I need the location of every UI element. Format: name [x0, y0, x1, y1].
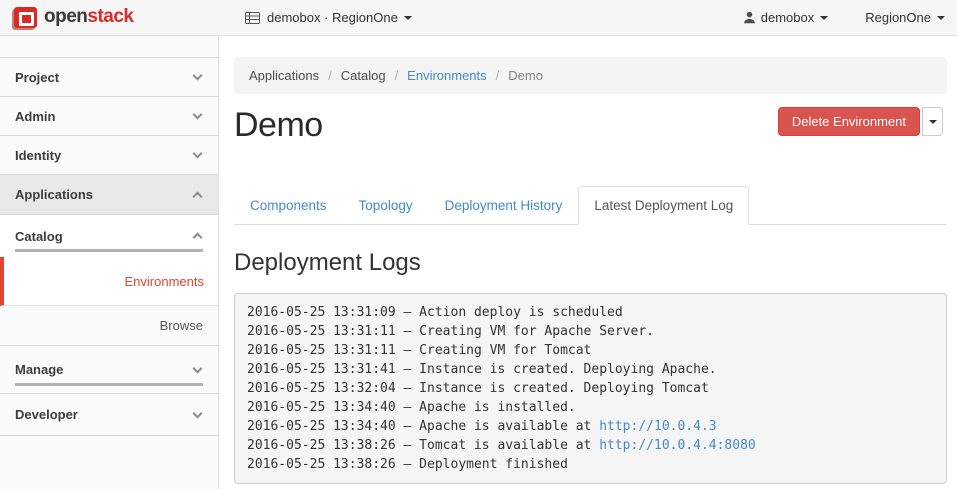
caret-down-icon [820, 16, 828, 20]
chevron-up-icon [193, 232, 203, 242]
breadcrumb-applications: Applications [249, 68, 319, 83]
sidebar-item-applications[interactable]: Applications [0, 175, 218, 215]
sidebar: Project Admin Identity Applications Cata… [0, 36, 219, 489]
project-region-switcher[interactable]: demobox · RegionOne [245, 0, 412, 35]
sidebar-spacer [0, 36, 218, 58]
openstack-cube-icon [14, 7, 37, 28]
sidebar-item-project[interactable]: Project [0, 58, 218, 97]
caret-down-icon [929, 120, 937, 124]
caret-down-icon [404, 16, 412, 20]
sidebar-item-catalog[interactable]: Catalog [0, 215, 218, 257]
tab-latest-deployment-log[interactable]: Latest Deployment Log [578, 186, 749, 225]
log-line: 2016-05-25 13:31:11 — Creating VM for To… [247, 341, 934, 360]
breadcrumb-current: Demo [487, 68, 543, 83]
delete-environment-dropdown-toggle[interactable] [922, 107, 943, 136]
log-url-link[interactable]: http://10.0.4.4:8080 [599, 438, 756, 453]
chevron-down-icon [193, 71, 203, 81]
log-line: 2016-05-25 13:38:26 — Deployment finishe… [247, 455, 934, 474]
log-line: 2016-05-25 13:32:04 — Instance is create… [247, 379, 934, 398]
tab-topology[interactable]: Topology [343, 186, 429, 225]
openstack-logo[interactable]: openstack [14, 6, 134, 28]
log-line: 2016-05-25 13:31:11 — Creating VM for Ap… [247, 322, 934, 341]
deployment-log-output: 2016-05-25 13:31:09 — Action deploy is s… [234, 293, 947, 484]
breadcrumb: Applications Catalog Environments Demo [234, 57, 947, 94]
sidebar-item-manage[interactable]: Manage [0, 345, 218, 394]
breadcrumb-environments-link[interactable]: Environments [386, 68, 487, 83]
log-line: 2016-05-25 13:34:40 — Apache is availabl… [247, 417, 934, 436]
page-header: Demo Delete Environment [234, 106, 947, 150]
brand-text: openstack [44, 6, 134, 28]
context-switcher-label: demobox · RegionOne [267, 10, 398, 25]
log-line: 2016-05-25 13:38:26 — Tomcat is availabl… [247, 436, 934, 455]
region-menu-label: RegionOne [865, 10, 931, 25]
tab-bar: Components Topology Deployment History L… [234, 186, 947, 225]
sidebar-item-admin[interactable]: Admin [0, 97, 218, 136]
sidebar-item-identity[interactable]: Identity [0, 136, 218, 175]
sidebar-item-developer[interactable]: Developer [0, 394, 218, 436]
projects-list-icon [245, 12, 260, 24]
delete-environment-button[interactable]: Delete Environment [778, 107, 920, 136]
chevron-down-icon [193, 110, 203, 120]
chevron-up-icon [193, 191, 203, 201]
log-line: 2016-05-25 13:31:41 — Instance is create… [247, 360, 934, 379]
user-menu[interactable]: demobox [743, 10, 828, 25]
sidebar-item-browse[interactable]: Browse [0, 306, 218, 345]
chevron-down-icon [193, 149, 203, 159]
log-line: 2016-05-25 13:34:40 — Apache is installe… [247, 398, 934, 417]
caret-down-icon [937, 16, 945, 20]
user-menu-label: demobox [761, 10, 814, 25]
chevron-down-icon [193, 363, 203, 373]
breadcrumb-catalog: Catalog [319, 68, 385, 83]
delete-environment-button-group: Delete Environment [778, 107, 943, 136]
user-icon [743, 11, 756, 24]
tab-deployment-history[interactable]: Deployment History [429, 186, 579, 225]
log-url-link[interactable]: http://10.0.4.3 [599, 419, 716, 434]
deployment-logs-heading: Deployment Logs [234, 249, 947, 277]
horizon-dashboard: openstack demobox · RegionOne [0, 0, 957, 489]
topbar: openstack demobox · RegionOne [0, 0, 957, 36]
region-menu[interactable]: RegionOne [860, 10, 945, 25]
log-line: 2016-05-25 13:31:09 — Action deploy is s… [247, 303, 934, 322]
chevron-down-icon [193, 408, 203, 418]
topbar-right: demobox RegionOne [743, 0, 945, 35]
tab-components[interactable]: Components [234, 186, 343, 225]
sidebar-item-environments[interactable]: Environments [0, 257, 218, 306]
main-content: Applications Catalog Environments Demo D… [220, 36, 957, 489]
